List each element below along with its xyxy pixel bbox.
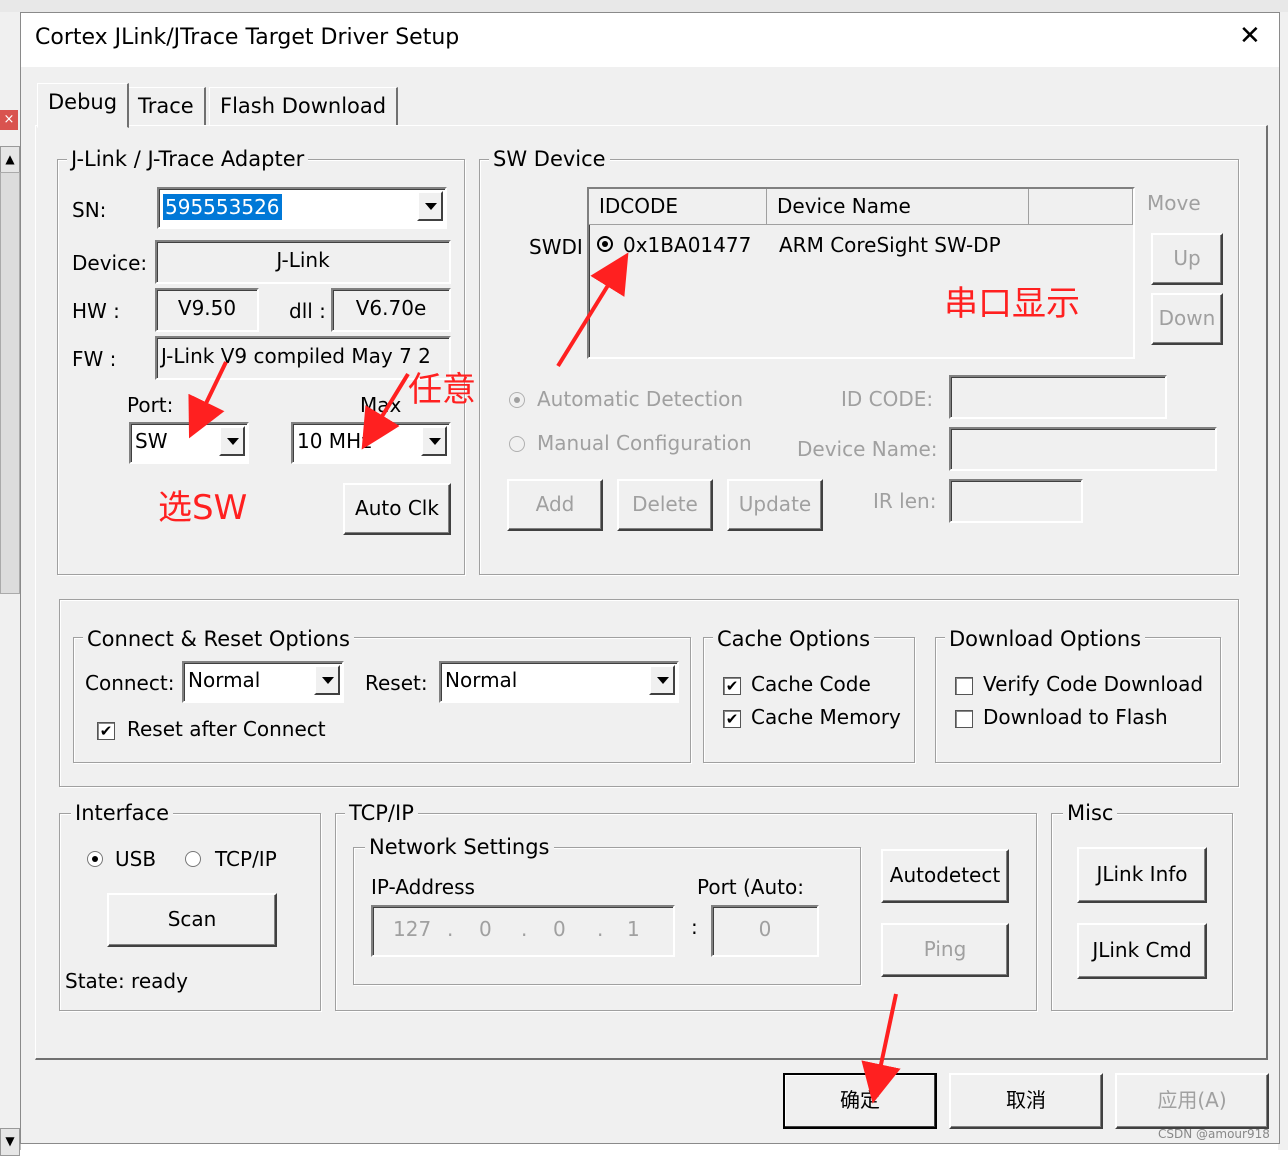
annotation-arrows (188, 252, 901, 1104)
watermark-text: CSDN @amour918 (1158, 1127, 1270, 1141)
arrow-to-max (361, 372, 410, 450)
arrow-to-ok (861, 993, 901, 1104)
tab-debug[interactable]: Debug (37, 83, 130, 128)
arrow-to-idcode (556, 252, 629, 368)
arrow-to-port (188, 361, 228, 439)
